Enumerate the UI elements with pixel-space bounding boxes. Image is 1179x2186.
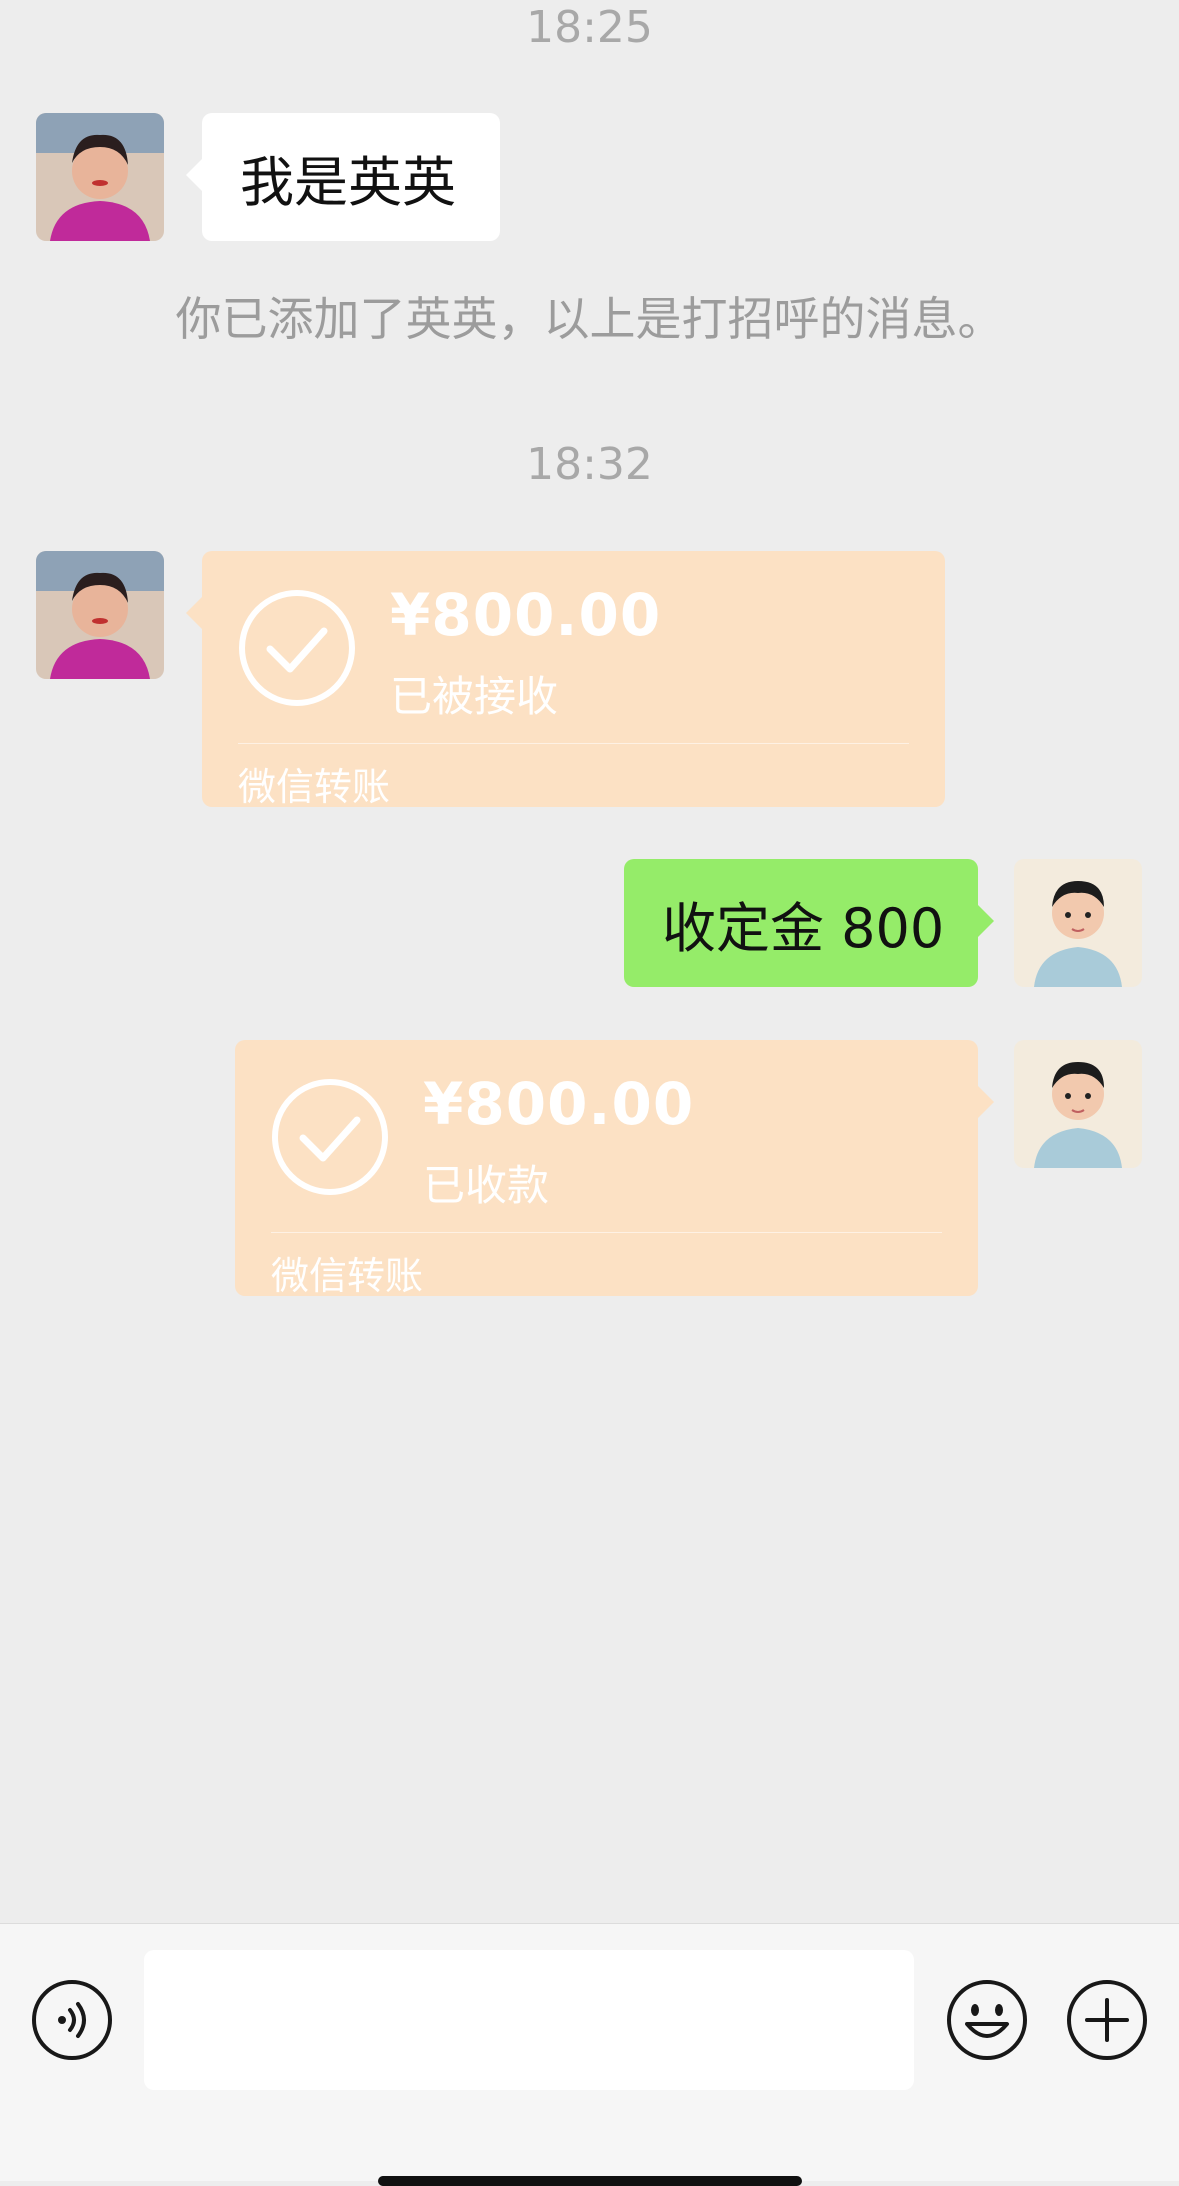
transfer-card-sent[interactable]: ¥800.00 已收款 微信转账 [235, 1040, 994, 1298]
check-circle-icon [239, 590, 355, 706]
transfer-status: 已收款 [423, 1161, 550, 1210]
plus-icon[interactable] [1065, 1978, 1149, 2062]
transfer-card-received[interactable]: ¥800.00 已被接收 微信转账 [186, 551, 945, 809]
emoji-icon[interactable] [945, 1978, 1029, 2062]
message-text: 我是英英 [240, 150, 456, 214]
home-indicator [378, 2176, 802, 2186]
contact-avatar[interactable] [36, 113, 164, 241]
message-bubble-self[interactable]: 收定金 800 [624, 859, 994, 987]
voice-icon[interactable] [30, 1978, 114, 2062]
transfer-source: 微信转账 [271, 1254, 424, 1298]
self-avatar[interactable] [1014, 859, 1142, 987]
system-notice: 你已添加了英英，以上是打招呼的消息。 [175, 292, 1004, 346]
transfer-amount: ¥800.00 [423, 1070, 695, 1138]
message-bubble[interactable]: 我是英英 [186, 113, 500, 241]
message-text: 收定金 800 [662, 896, 945, 960]
transfer-source: 微信转账 [238, 765, 391, 809]
input-bar [0, 1923, 1179, 2181]
transfer-amount: ¥800.00 [390, 581, 662, 649]
message-input[interactable] [144, 1950, 914, 2090]
divider [238, 743, 909, 744]
contact-avatar[interactable] [36, 551, 164, 679]
timestamp: 18:32 [526, 439, 653, 490]
transfer-status: 已被接收 [390, 672, 559, 721]
chat-area[interactable]: 18:25 我是英英 你已添加了英英，以上是打招呼的消息。 18:32 ¥800… [0, 0, 1179, 1923]
check-circle-icon [272, 1079, 388, 1195]
timestamp: 18:25 [526, 2, 653, 53]
self-avatar[interactable] [1014, 1040, 1142, 1168]
divider [271, 1232, 942, 1233]
